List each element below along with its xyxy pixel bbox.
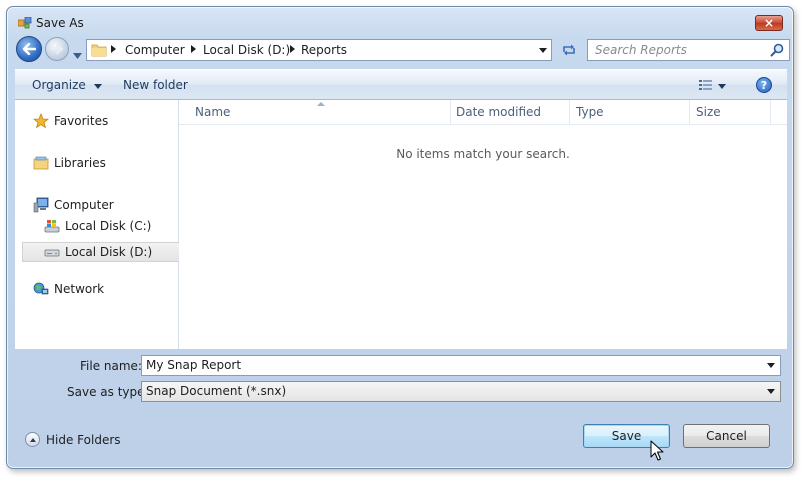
folder-icon: [91, 43, 107, 60]
libraries-icon: [33, 155, 49, 171]
computer-icon: [33, 197, 49, 213]
organize-chevron-down-icon[interactable]: [94, 84, 102, 89]
command-bar: Organize New folder ?: [15, 69, 787, 100]
file-name-label: File name:: [80, 359, 142, 373]
title-bar[interactable]: Save As ×: [7, 7, 793, 39]
address-bar[interactable]: Computer Local Disk (D:) Reports: [86, 39, 552, 61]
nav-item-label: Local Disk (D:): [65, 245, 153, 259]
breadcrumb-reports[interactable]: Reports: [301, 43, 347, 57]
breadcrumb-separator-icon[interactable]: [191, 45, 196, 53]
column-divider[interactable]: [569, 100, 570, 124]
search-icon[interactable]: [770, 43, 784, 60]
column-header-name[interactable]: Name: [195, 100, 230, 124]
nav-item-local-disk-c[interactable]: Local Disk (C:): [44, 216, 151, 236]
column-divider[interactable]: [450, 100, 451, 124]
sort-ascending-icon: [317, 102, 325, 106]
hide-folders-button[interactable]: Hide Folders: [25, 432, 121, 447]
recent-pages-chevron-down-icon[interactable]: [73, 48, 82, 62]
star-icon: [33, 113, 49, 129]
save-dialog-icon: [17, 16, 32, 29]
breadcrumb-separator-icon[interactable]: [290, 45, 295, 53]
address-history-chevron-down-icon[interactable]: [539, 48, 547, 53]
nav-item-computer[interactable]: Computer: [33, 195, 114, 215]
nav-item-label: Local Disk (C:): [65, 219, 152, 233]
views-icon[interactable]: [699, 79, 713, 94]
back-button[interactable]: [16, 36, 42, 62]
views-chevron-down-icon[interactable]: [718, 84, 726, 89]
save-as-type-label: Save as type:: [67, 385, 149, 399]
cancel-button[interactable]: Cancel: [683, 424, 770, 448]
new-folder-button[interactable]: New folder: [123, 78, 188, 92]
breadcrumb-computer[interactable]: Computer: [125, 43, 185, 57]
file-name-value: My Snap Report: [146, 358, 242, 372]
save-as-dialog: Save As × Computer Local Disk (D:) Repor…: [6, 6, 794, 469]
forward-button[interactable]: [45, 37, 69, 61]
file-name-field[interactable]: My Snap Report: [141, 355, 781, 376]
close-button[interactable]: ×: [755, 15, 783, 31]
nav-item-favorites[interactable]: Favorites: [33, 111, 108, 131]
save-as-type-value: Snap Document (*.snx): [146, 384, 287, 398]
nav-item-label: Favorites: [54, 114, 109, 128]
navigation-pane: Favorites Libraries Computer Local Disk …: [15, 100, 183, 349]
drive-d-icon: [44, 244, 60, 260]
arrow-right-icon: [51, 44, 63, 54]
help-icon[interactable]: ?: [756, 77, 772, 93]
drive-c-icon: [44, 218, 60, 234]
column-header-size[interactable]: Size: [696, 100, 721, 124]
network-icon: [33, 281, 49, 297]
nav-item-libraries[interactable]: Libraries: [33, 153, 106, 173]
refresh-button[interactable]: [556, 39, 582, 61]
nav-item-network[interactable]: Network: [33, 279, 104, 299]
nav-item-label: Network: [54, 282, 105, 296]
nav-item-label: Libraries: [54, 156, 106, 170]
search-placeholder: Search Reports: [595, 43, 687, 57]
close-icon: ×: [763, 16, 775, 30]
nav-item-local-disk-d[interactable]: Local Disk (D:): [22, 242, 183, 262]
arrow-left-icon: [22, 43, 36, 55]
mouse-cursor-icon: [650, 440, 664, 465]
column-header-type[interactable]: Type: [576, 100, 604, 124]
file-list-pane[interactable]: Name Date modified Type Size No items ma…: [179, 100, 787, 349]
window-title: Save As: [36, 16, 84, 30]
nav-item-label: Computer: [54, 198, 114, 212]
empty-message: No items match your search.: [396, 147, 570, 161]
organize-button[interactable]: Organize: [32, 78, 86, 92]
file-name-chevron-down-icon[interactable]: [767, 363, 775, 368]
column-headers: Name Date modified Type Size: [179, 100, 787, 125]
hide-folders-label: Hide Folders: [46, 432, 121, 447]
refresh-icon: [563, 44, 575, 56]
breadcrumb-separator-icon[interactable]: [111, 45, 116, 53]
column-divider[interactable]: [770, 100, 771, 124]
save-as-type-chevron-down-icon[interactable]: [767, 389, 775, 394]
breadcrumb-local-disk-d[interactable]: Local Disk (D:): [203, 43, 290, 57]
search-input[interactable]: Search Reports: [587, 39, 790, 61]
column-divider[interactable]: [689, 100, 690, 124]
chevron-up-icon: [25, 432, 40, 447]
save-as-type-select[interactable]: Snap Document (*.snx): [141, 381, 781, 402]
column-header-date-modified[interactable]: Date modified: [456, 100, 541, 124]
